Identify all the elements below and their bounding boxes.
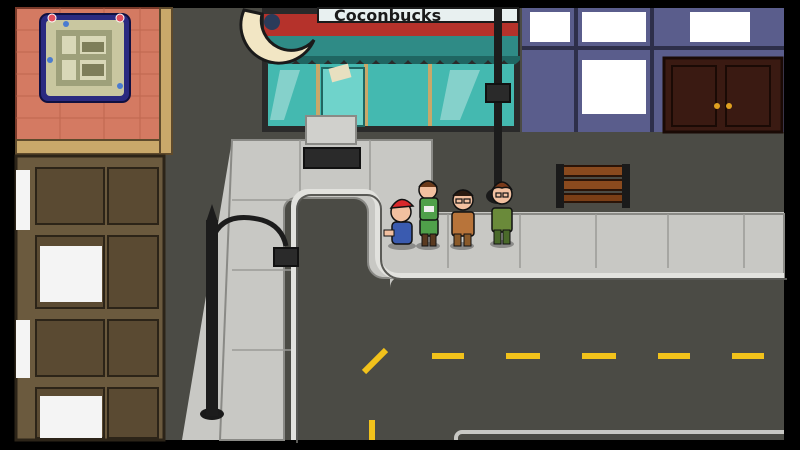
- game-scene: Coconbucks: [0, 0, 800, 450]
- coffee-shop-building: Coconbucks: [239, 6, 520, 132]
- shop-sign-text: Coconbucks: [334, 6, 441, 25]
- minimap[interactable]: [39, 13, 131, 103]
- office-building: [14, 154, 166, 442]
- park-bench: [556, 164, 630, 208]
- blue-building: [522, 8, 784, 134]
